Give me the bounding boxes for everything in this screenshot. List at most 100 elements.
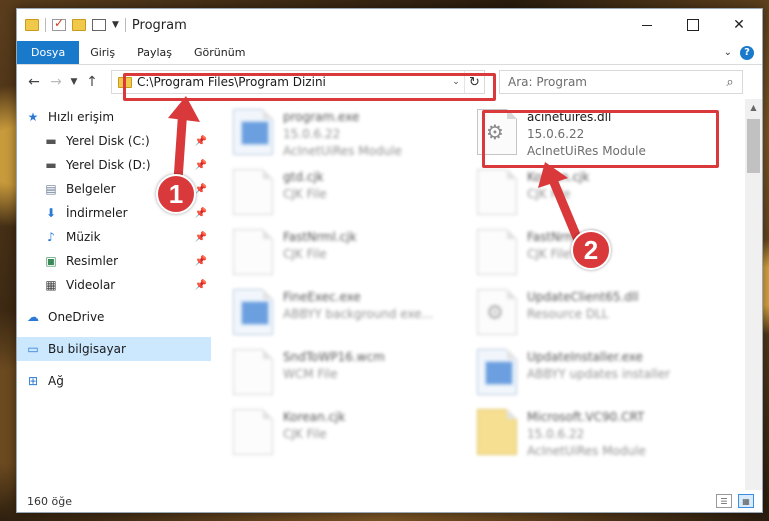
expand-ribbon-icon[interactable]: ⌄ (724, 47, 732, 58)
file-detail: Resource DLL (527, 307, 609, 321)
nav-item-pictures[interactable]: ▣ Resimler 📌 (17, 249, 211, 273)
file-tile[interactable]: UpdateInstaller.exe ABBYY updates install… (465, 345, 709, 405)
window-title: Program (131, 17, 187, 33)
file-tile[interactable]: Korean.cjk CJK File (465, 165, 709, 225)
maximize-button[interactable] (670, 9, 716, 41)
star-icon: ★ (27, 110, 39, 124)
exe-file-icon (233, 289, 273, 335)
file-file-icon (477, 229, 517, 275)
details-view-icon[interactable]: ☰ (716, 494, 732, 508)
pictures-icon: ▣ (45, 254, 57, 268)
search-icon[interactable]: ⌕ (718, 75, 742, 90)
tab-view[interactable]: Görünüm (183, 41, 256, 64)
video-icon: ▦ (45, 278, 57, 292)
file-name: program.exe (283, 110, 360, 124)
scrollbar-thumb[interactable] (747, 119, 760, 173)
file-detail: CJK File (283, 427, 327, 441)
drive-icon: ▬ (45, 134, 57, 148)
nav-item-network[interactable]: ⊞ Ağ (17, 369, 211, 393)
ribbon-tabs: Dosya Giriş Paylaş Görünüm ⌄ ? (17, 41, 762, 65)
tab-share[interactable]: Paylaş (126, 41, 183, 64)
new-folder-icon[interactable] (72, 19, 86, 31)
file-name: SndToWP16.wcm (283, 350, 385, 364)
nav-item-label: OneDrive (48, 310, 105, 324)
nav-item-label: Yerel Disk (C:) (66, 134, 150, 148)
close-button[interactable]: ✕ (716, 9, 762, 41)
drive-icon: ▬ (45, 158, 57, 172)
customize-toolbar-icon[interactable] (92, 19, 106, 31)
nav-item-label: Ağ (48, 374, 64, 388)
file-detail: 15.0.6.22 (283, 127, 341, 141)
nav-item-onedrive[interactable]: ☁ OneDrive (17, 305, 211, 329)
exe-file-icon (233, 109, 273, 155)
file-file-icon (233, 169, 273, 215)
address-highlight-box (123, 73, 496, 101)
file-name: gtd.cjk (283, 170, 324, 184)
forward-arrow-icon[interactable]: → (45, 74, 67, 90)
file-detail: ABBYY updates installer (527, 367, 671, 381)
nav-item-videos[interactable]: ▦ Videolar 📌 (17, 273, 211, 297)
file-name: Korean.cjk (527, 170, 590, 184)
file-tile[interactable]: UpdateClient65.dll Resource DLL (465, 285, 709, 345)
music-icon: ♪ (47, 230, 55, 244)
file-tile[interactable]: FineExec.exe ABBYY background exe... (221, 285, 465, 345)
nav-item-this-pc[interactable]: ▭ Bu bilgisayar (17, 337, 211, 361)
pin-icon: 📌 (194, 135, 207, 147)
status-bar: 160 öğe ☰ ▦ (17, 490, 762, 512)
file-name: UpdateClient65.dll (527, 290, 639, 304)
divider (45, 18, 46, 32)
nav-item-label: Yerel Disk (D:) (66, 158, 151, 172)
minimize-button[interactable] (624, 9, 670, 41)
file-tile[interactable]: program.exe 15.0.6.22 AcInetUiRes Module (221, 105, 465, 165)
recent-locations-icon[interactable]: ▼ (67, 77, 81, 87)
download-icon: ⬇ (45, 206, 57, 220)
pin-icon: 📌 (194, 231, 207, 243)
search-placeholder: Ara: Program (508, 75, 587, 89)
file-name: Microsoft.VC90.CRT (527, 410, 645, 424)
file-tile[interactable]: Korean.cjk CJK File (221, 405, 465, 465)
nav-item-label: Videolar (66, 278, 116, 292)
navigation-pane: ★ Hızlı erişim ▬ Yerel Disk (C:) 📌 ▬ Yer… (17, 99, 211, 490)
file-description: AcInetUiRes Module (527, 444, 646, 458)
file-text: FastNrml.cjk CJK File (283, 229, 357, 263)
tab-home[interactable]: Giriş (79, 41, 126, 64)
nav-item-drive-d[interactable]: ▬ Yerel Disk (D:) 📌 (17, 153, 211, 177)
step-2-badge: 2 (571, 230, 611, 270)
qat-dropdown-icon[interactable]: ▼ (112, 20, 119, 30)
nav-item-label: Bu bilgisayar (48, 342, 126, 356)
scroll-up-icon[interactable]: ▲ (745, 99, 762, 116)
file-tile[interactable]: Microsoft.VC90.CRT 15.0.6.22 AcInetUiRes M… (465, 405, 709, 465)
file-text: Microsoft.VC90.CRT 15.0.6.22 AcInetUiRes M… (527, 409, 646, 460)
back-arrow-icon[interactable]: ← (23, 74, 45, 90)
network-icon: ⊞ (27, 374, 39, 388)
nav-item-label: Müzik (66, 230, 101, 244)
title-bar: ▼ Program ✕ (17, 9, 762, 41)
file-tile[interactable]: gtd.cjk CJK File (221, 165, 465, 225)
vertical-scrollbar[interactable]: ▲ (745, 99, 762, 490)
properties-check-icon[interactable] (52, 16, 66, 31)
nav-item-drive-c[interactable]: ▬ Yerel Disk (C:) 📌 (17, 129, 211, 153)
file-file-icon (477, 169, 517, 215)
file-tile[interactable]: SndToWP16.wcm WCM File (221, 345, 465, 405)
file-detail: CJK File (283, 247, 327, 261)
quick-access-toolbar: ▼ (25, 16, 126, 32)
tiles-view-icon[interactable]: ▦ (738, 494, 754, 508)
file-file-icon (233, 409, 273, 455)
nav-item-music[interactable]: ♪ Müzik 📌 (17, 225, 211, 249)
file-text: UpdateClient65.dll Resource DLL (527, 289, 639, 323)
nav-item-quick-access[interactable]: ★ Hızlı erişim (17, 105, 211, 129)
file-name: FastNrml.cjk (283, 230, 357, 244)
file-detail: CJK File (283, 187, 327, 201)
file-text: Korean.cjk CJK File (283, 409, 345, 443)
search-field[interactable]: Ara: Program ⌕ (499, 70, 743, 94)
tab-file[interactable]: Dosya (17, 41, 80, 64)
file-text: program.exe 15.0.6.22 AcInetUiRes Module (283, 109, 402, 160)
file-tile[interactable]: FastNrml.cjk CJK File (221, 225, 465, 285)
pin-icon: 📌 (194, 255, 207, 267)
pin-icon: 📌 (194, 159, 207, 171)
help-icon[interactable]: ? (740, 45, 754, 60)
up-arrow-icon[interactable]: ↑ (81, 74, 103, 90)
file-detail: 15.0.6.22 (527, 427, 585, 441)
